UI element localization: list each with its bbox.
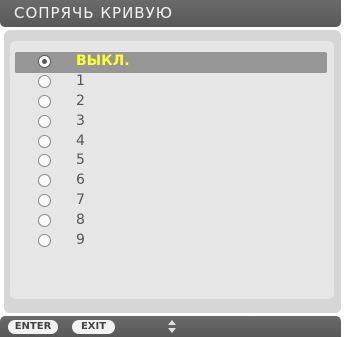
- option-item[interactable]: 3: [10, 112, 334, 132]
- option-item[interactable]: 2: [10, 92, 334, 112]
- osd-menu: СОПРЯЧЬ КРИВУЮ ВЫКЛ. 1 2 3 4 5 6 7 8 9 ENTER EXIT: [0, 0, 349, 337]
- enter-button[interactable]: ENTER: [8, 320, 58, 334]
- option-label: 9: [76, 232, 85, 249]
- menu-title: СОПРЯЧЬ КРИВУЮ: [14, 4, 173, 22]
- option-label: 2: [76, 92, 85, 109]
- option-item[interactable]: 6: [10, 171, 334, 191]
- options-container: ВЫКЛ. 1 2 3 4 5 6 7 8 9: [10, 41, 334, 299]
- radio-unchecked-icon[interactable]: [38, 214, 51, 228]
- radio-dot-icon: [42, 59, 47, 64]
- selection-highlight: [15, 52, 327, 73]
- radio-unchecked-icon[interactable]: [38, 74, 51, 88]
- options-list: ВЫКЛ. 1 2 3 4 5 6 7 8 9: [10, 52, 334, 251]
- radio-unchecked-icon[interactable]: [38, 94, 51, 108]
- option-item[interactable]: 4: [10, 132, 334, 152]
- radio-unchecked-icon[interactable]: [38, 174, 51, 188]
- option-item[interactable]: 1: [10, 72, 334, 92]
- option-label: 6: [76, 172, 85, 189]
- option-label: 3: [76, 112, 85, 129]
- option-item[interactable]: 9: [10, 231, 334, 251]
- option-label: 1: [76, 72, 85, 89]
- option-label: 7: [76, 192, 85, 209]
- option-label: 8: [76, 212, 85, 229]
- option-item[interactable]: 5: [10, 151, 334, 171]
- radio-unchecked-icon[interactable]: [38, 194, 51, 208]
- footer-bar: ENTER EXIT: [0, 316, 341, 337]
- radio-unchecked-icon[interactable]: [38, 154, 51, 168]
- radio-unchecked-icon[interactable]: [38, 134, 51, 148]
- title-bar: СОПРЯЧЬ КРИВУЮ: [0, 0, 341, 27]
- radio-checked-icon[interactable]: [38, 55, 51, 68]
- radio-unchecked-icon[interactable]: [38, 234, 51, 248]
- option-item[interactable]: 8: [10, 211, 334, 231]
- exit-button[interactable]: EXIT: [72, 320, 115, 334]
- option-label: 4: [76, 132, 85, 149]
- option-item[interactable]: 7: [10, 191, 334, 211]
- up-down-arrows-icon: [168, 320, 176, 333]
- option-label: ВЫКЛ.: [76, 53, 130, 69]
- option-label: 5: [76, 152, 85, 169]
- radio-unchecked-icon[interactable]: [38, 114, 51, 128]
- menu-panel: ВЫКЛ. 1 2 3 4 5 6 7 8 9: [4, 30, 341, 313]
- option-item[interactable]: ВЫКЛ.: [10, 52, 334, 73]
